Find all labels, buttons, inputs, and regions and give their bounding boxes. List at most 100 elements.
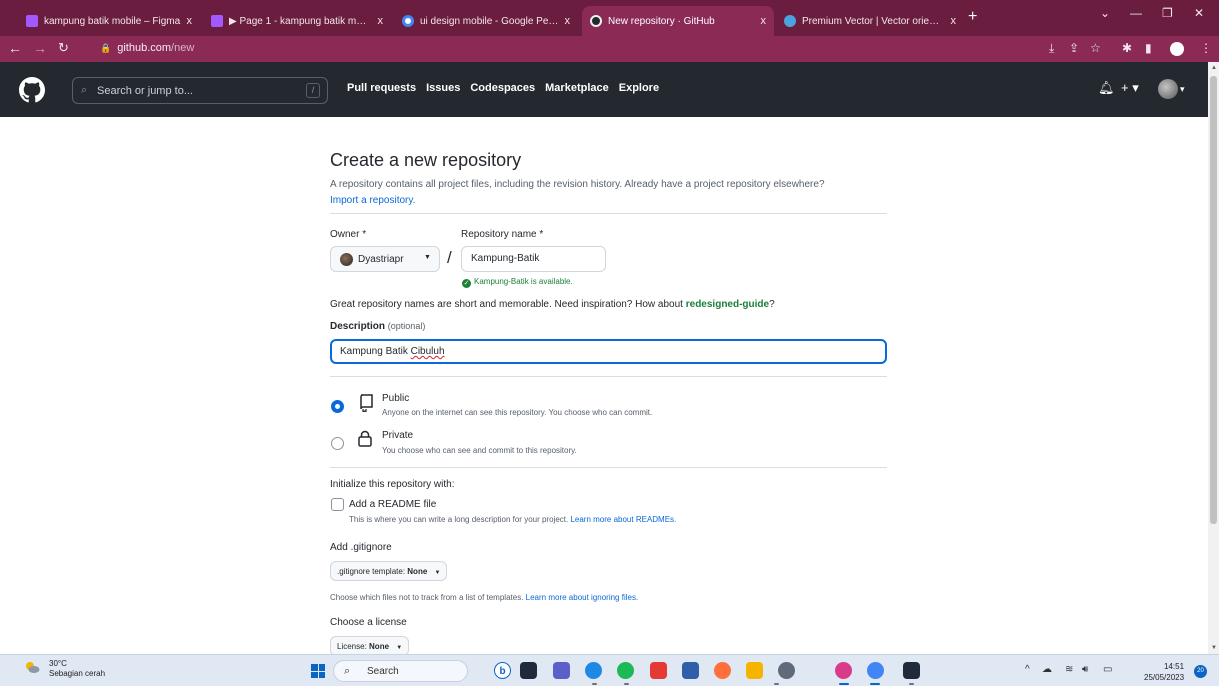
share-icon[interactable]: ⇪ — [1069, 41, 1079, 55]
battery-icon[interactable]: ▭ — [1103, 664, 1112, 675]
tab-close-icon[interactable]: x — [761, 15, 767, 27]
tab-close-icon[interactable]: x — [187, 15, 193, 27]
user-avatar[interactable] — [1158, 79, 1178, 99]
search-icon: ⌕ — [81, 84, 88, 96]
gitignore-desc-text: Choose which files not to track from a l… — [330, 593, 524, 602]
repo-name-label: Repository name * — [461, 229, 544, 240]
profile-avatar-icon[interactable] — [1170, 42, 1184, 56]
owner-select[interactable]: Dyastriapr ▼ — [330, 246, 440, 272]
terminal-icon[interactable] — [903, 662, 920, 679]
nav-marketplace[interactable]: Marketplace — [545, 82, 609, 94]
weather-widget[interactable]: 30°C Sebagian cerah — [49, 659, 105, 679]
gitignore-learn-more-link[interactable]: Learn more about ignoring files. — [526, 593, 639, 602]
chrome-icon[interactable] — [867, 662, 884, 679]
nav-codespaces[interactable]: Codespaces — [470, 82, 535, 94]
nav-pull-requests[interactable]: Pull requests — [347, 82, 416, 94]
create-new-icon[interactable]: + ▾ — [1121, 80, 1139, 96]
license-select-prefix: License: — [337, 642, 367, 651]
gitignore-select[interactable]: .gitignore template: None ▼ — [330, 561, 448, 581]
store-icon[interactable] — [682, 662, 699, 679]
license-select-value: None — [369, 642, 390, 651]
browser-tab[interactable]: kampung batik mobile – Figma x — [18, 6, 200, 36]
scrollbar-thumb[interactable] — [1210, 76, 1217, 524]
readme-learn-more-link[interactable]: Learn more about READMEs. — [570, 515, 676, 524]
nav-issues[interactable]: Issues — [426, 82, 460, 94]
menu-kebab-icon[interactable]: ⋮ — [1200, 41, 1212, 55]
divider — [330, 467, 887, 468]
tab-close-icon[interactable]: x — [951, 15, 957, 27]
radio-private[interactable] — [331, 437, 344, 450]
repo-icon — [360, 394, 373, 412]
volume-icon[interactable]: 🔊︎ — [1082, 664, 1088, 675]
availability-text: Kampung-Batik is available. — [474, 277, 573, 286]
public-description: Anyone on the internet can see this repo… — [382, 408, 653, 417]
github-logo-icon[interactable] — [19, 77, 45, 103]
tray-overflow-icon[interactable]: ^ — [1025, 664, 1030, 675]
init-heading: Initialize this repository with: — [330, 479, 455, 490]
side-panel-icon[interactable]: ▮ — [1145, 41, 1152, 55]
edge-icon[interactable] — [585, 662, 602, 679]
reload-icon[interactable]: ↻ — [58, 40, 69, 56]
nav-explore[interactable]: Explore — [619, 82, 659, 94]
avatar-caret-icon[interactable]: ▾ — [1180, 84, 1185, 95]
settings-gear-icon[interactable] — [778, 662, 795, 679]
bookmark-star-icon[interactable]: ☆ — [1090, 41, 1101, 55]
task-view-icon[interactable] — [520, 662, 537, 679]
back-icon[interactable]: ← — [8, 40, 22, 56]
url-field[interactable]: 🔒 github.com/new — [100, 42, 194, 54]
file-explorer-icon[interactable] — [746, 662, 763, 679]
description-input[interactable]: Kampung Batik Cibuluh — [330, 339, 887, 364]
screen: kampung batik mobile – Figma x ▶ Page 1 … — [0, 0, 1219, 686]
search-placeholder: Search or jump to... — [97, 85, 193, 97]
minimize-icon[interactable]: — — [1130, 6, 1142, 20]
readme-label[interactable]: Add a README file — [349, 499, 436, 510]
page-scrollbar[interactable]: ▲ ▼ — [1208, 62, 1219, 654]
chrome-profile-icon[interactable] — [835, 662, 852, 679]
extensions-icon[interactable]: ✱ — [1122, 41, 1132, 55]
browser-tab[interactable]: ui design mobile - Google Penelusuran x — [394, 6, 578, 36]
close-window-icon[interactable]: ✕ — [1194, 6, 1204, 20]
teams-chat-icon[interactable] — [553, 662, 570, 679]
opera-icon[interactable] — [714, 662, 731, 679]
search-shortcut-key: / — [306, 83, 320, 98]
tab-search-icon[interactable]: ⌄ — [1100, 6, 1110, 20]
license-heading: Choose a license — [330, 617, 407, 628]
onedrive-icon[interactable]: ☁ — [1042, 664, 1052, 675]
wifi-icon[interactable]: ≋ — [1065, 664, 1073, 675]
forward-icon[interactable]: → — [33, 40, 47, 56]
scroll-up-icon[interactable]: ▲ — [1211, 65, 1217, 71]
name-hint: Great repository names are short and mem… — [330, 299, 775, 310]
license-select[interactable]: License: None ▼ — [330, 636, 410, 656]
divider — [330, 213, 887, 214]
bing-chat-icon[interactable]: b — [494, 662, 511, 679]
taskbar-clock[interactable]: 14:51 25/05/2023 — [1144, 661, 1184, 683]
import-repository-link[interactable]: Import a repository. — [330, 195, 415, 206]
windows-start-icon[interactable] — [311, 664, 325, 678]
gitignore-select-value: None — [407, 567, 428, 576]
partly-sunny-icon[interactable] — [24, 660, 40, 674]
search-input[interactable]: ⌕ Search or jump to... / — [72, 77, 328, 104]
notification-badge[interactable]: 20 — [1194, 665, 1207, 678]
taskbar-search[interactable]: ⌕ Search — [333, 660, 468, 682]
browser-tab[interactable]: ▶ Page 1 - kampung batik mobile x — [203, 6, 391, 36]
install-app-icon[interactable]: ⤓ — [1049, 41, 1054, 56]
browser-tab-active[interactable]: New repository · GitHub x — [582, 6, 774, 36]
spotify-icon[interactable] — [617, 662, 634, 679]
tab-close-icon[interactable]: x — [378, 15, 384, 27]
mcafee-icon[interactable] — [650, 662, 667, 679]
name-suggestion-link[interactable]: redesigned-guide — [686, 299, 769, 310]
restore-icon[interactable]: ❐ — [1162, 6, 1173, 20]
browser-tab[interactable]: Premium Vector | Vector oriental x — [776, 6, 964, 36]
search-icon: ⌕ — [344, 665, 351, 677]
repo-name-input[interactable]: Kampung-Batik — [461, 246, 606, 272]
caret-down-icon: ▼ — [424, 254, 431, 261]
radio-public[interactable] — [331, 400, 344, 413]
tab-close-icon[interactable]: x — [565, 15, 571, 27]
public-title: Public — [382, 393, 410, 404]
scroll-down-icon[interactable]: ▼ — [1211, 645, 1217, 651]
description-text: Kampung Batik — [340, 346, 408, 357]
bell-icon[interactable]: 🔔︎ — [1098, 80, 1115, 96]
new-tab-button[interactable]: + — [968, 8, 977, 26]
hint-text: Great repository names are short and mem… — [330, 299, 683, 310]
readme-checkbox[interactable] — [331, 498, 344, 511]
